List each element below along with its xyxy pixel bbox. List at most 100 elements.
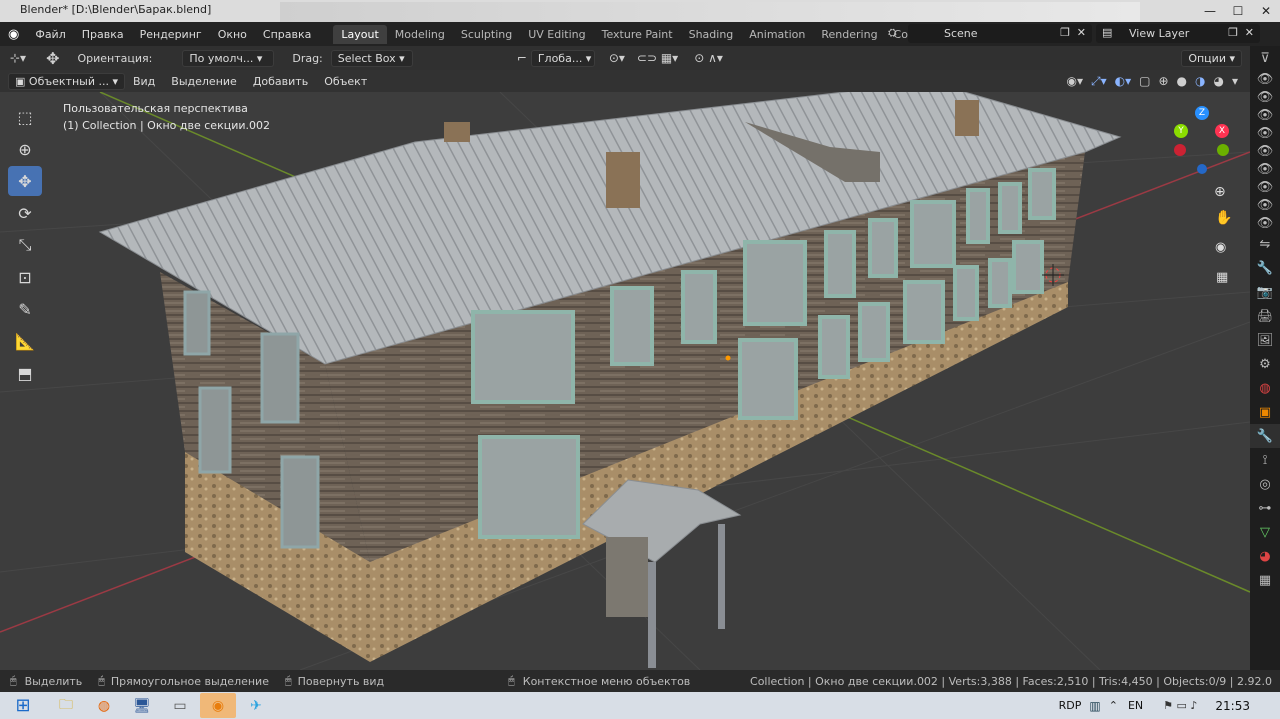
- start-button-icon[interactable]: ⊞: [0, 693, 46, 718]
- workspace-tab-texture-paint[interactable]: Texture Paint: [594, 25, 681, 44]
- measure-tool-icon[interactable]: 📐: [8, 326, 42, 356]
- tool-settings-icon[interactable]: ⊹▾: [6, 51, 30, 65]
- options-dropdown[interactable]: Опции ▾: [1181, 49, 1242, 67]
- visibility-icon[interactable]: ◉▾: [1062, 74, 1087, 88]
- scale-tool-icon[interactable]: ⤡: [8, 230, 42, 260]
- proportional-edit-icon[interactable]: ⊙ ∧▾: [690, 51, 727, 65]
- delete-view-layer-icon[interactable]: ✕: [1245, 26, 1254, 39]
- shading-options-icon[interactable]: ▾: [1228, 74, 1242, 88]
- clock[interactable]: 21:53: [1215, 699, 1250, 713]
- output-properties-icon[interactable]: 🖨: [1250, 304, 1280, 328]
- blender-icon[interactable]: ◉: [0, 27, 27, 42]
- close-button[interactable]: ✕: [1252, 0, 1280, 22]
- wireframe-shading-icon[interactable]: ⊕: [1154, 74, 1172, 88]
- language-indicator[interactable]: EN: [1128, 699, 1143, 712]
- eye-icon[interactable]: 👁: [1250, 70, 1280, 88]
- drag-dropdown[interactable]: Select Box ▾: [330, 49, 413, 67]
- network-icon[interactable]: ▥: [1089, 699, 1100, 713]
- blender-taskbar-icon[interactable]: ◉: [200, 693, 236, 718]
- eye-icon[interactable]: 👁: [1250, 214, 1280, 232]
- xray-icon[interactable]: ▢: [1135, 74, 1154, 88]
- gizmo-toggle-icon[interactable]: ⤢▾: [1087, 74, 1111, 89]
- pan-hand-icon[interactable]: ✋: [1215, 210, 1232, 226]
- scene-properties-icon[interactable]: ⚙: [1250, 352, 1280, 376]
- menu-edit[interactable]: Правка: [74, 28, 132, 41]
- view-layer-properties-icon[interactable]: 🖼: [1250, 328, 1280, 352]
- eye-icon[interactable]: 👁: [1250, 124, 1280, 142]
- rdp-label[interactable]: RDP: [1059, 699, 1082, 712]
- gizmo-neg-z[interactable]: [1197, 164, 1207, 174]
- gizmo-x-axis[interactable]: X: [1215, 124, 1229, 138]
- rotate-tool-icon[interactable]: ⟳: [8, 198, 42, 228]
- snap-icon[interactable]: ⊂⊃ ▦▾: [633, 51, 682, 65]
- menu-help[interactable]: Справка: [255, 28, 319, 41]
- transform-space-dropdown[interactable]: Глоба... ▾: [530, 49, 595, 67]
- rendered-shading-icon[interactable]: ◕: [1209, 74, 1227, 88]
- camera-view-icon[interactable]: ◉: [1215, 240, 1226, 255]
- object-properties-icon[interactable]: ▣: [1250, 400, 1280, 424]
- eye-icon[interactable]: 👁: [1250, 142, 1280, 160]
- workspace-tab-rendering[interactable]: Rendering: [813, 25, 885, 44]
- view-layer-selector[interactable]: ▤ View Layer ❐ ✕: [1096, 24, 1260, 43]
- maximize-button[interactable]: ☐: [1224, 0, 1252, 22]
- delete-scene-icon[interactable]: ✕: [1077, 26, 1086, 39]
- menu-object[interactable]: Объект: [316, 75, 375, 88]
- copy-view-layer-icon[interactable]: ❐: [1228, 26, 1238, 39]
- remote-desktop-icon[interactable]: 🖥: [124, 693, 160, 718]
- menu-file[interactable]: Файл: [27, 28, 73, 41]
- texture-properties-icon[interactable]: ▦: [1250, 568, 1280, 592]
- tray-icons[interactable]: ⚑ ▭ ♪: [1163, 699, 1197, 712]
- tray-arrow-icon[interactable]: ⌃: [1109, 699, 1118, 712]
- particle-properties-icon[interactable]: ⟟: [1250, 448, 1280, 472]
- world-properties-icon[interactable]: ◍: [1250, 376, 1280, 400]
- eye-icon[interactable]: 👁: [1250, 160, 1280, 178]
- transform-tool-icon[interactable]: ⊡: [8, 262, 42, 292]
- gizmo-z-axis[interactable]: Z: [1195, 106, 1209, 120]
- workspace-tab-shading[interactable]: Shading: [681, 25, 742, 44]
- eye-icon[interactable]: 👁: [1250, 88, 1280, 106]
- eye-icon[interactable]: 👁: [1250, 106, 1280, 124]
- menu-view[interactable]: Вид: [125, 75, 163, 88]
- app-window-icon[interactable]: ▭: [162, 693, 198, 718]
- properties-toggle-icon[interactable]: ⇋: [1250, 232, 1280, 256]
- eye-icon[interactable]: 👁: [1250, 178, 1280, 196]
- move-tool-icon[interactable]: ✥: [42, 49, 63, 68]
- firefox-icon[interactable]: ◍: [86, 693, 122, 718]
- telegram-icon[interactable]: ✈: [238, 693, 274, 718]
- data-properties-icon[interactable]: ▽: [1250, 520, 1280, 544]
- material-shading-icon[interactable]: ◑: [1191, 74, 1209, 88]
- outliner-filter-icon[interactable]: ⊽: [1250, 46, 1280, 70]
- modifier-properties-icon[interactable]: 🔧: [1250, 424, 1280, 448]
- zoom-icon[interactable]: ⊕: [1214, 184, 1226, 200]
- gizmo-y-axis[interactable]: Y: [1174, 124, 1188, 138]
- copy-scene-icon[interactable]: ❐: [1060, 26, 1070, 39]
- tool-properties-icon[interactable]: 🔧: [1250, 256, 1280, 280]
- workspace-tab-layout[interactable]: Layout: [333, 24, 387, 44]
- constraint-properties-icon[interactable]: ⊶: [1250, 496, 1280, 520]
- pivot-point-icon[interactable]: ⊙▾: [605, 51, 629, 65]
- workspace-tab-modeling[interactable]: Modeling: [387, 25, 453, 44]
- mode-dropdown[interactable]: ▣ Объектный ... ▾: [8, 72, 125, 90]
- menu-render[interactable]: Рендеринг: [132, 28, 210, 41]
- physics-properties-icon[interactable]: ◎: [1250, 472, 1280, 496]
- annotate-tool-icon[interactable]: ✎: [8, 294, 42, 324]
- orientation-dropdown[interactable]: По умолч... ▾: [182, 49, 275, 67]
- file-explorer-icon[interactable]: 🗀: [48, 693, 84, 718]
- eye-icon[interactable]: 👁: [1250, 196, 1280, 214]
- workspace-tab-animation[interactable]: Animation: [741, 25, 813, 44]
- menu-window[interactable]: Окно: [210, 28, 255, 41]
- solid-shading-icon[interactable]: ●: [1173, 74, 1191, 88]
- gizmo-neg-y[interactable]: [1217, 144, 1229, 156]
- material-properties-icon[interactable]: ◕: [1250, 544, 1280, 568]
- menu-add[interactable]: Добавить: [245, 75, 316, 88]
- navigation-gizmo[interactable]: Z Y X: [1168, 102, 1238, 177]
- select-tool-icon[interactable]: ⬚: [8, 102, 42, 132]
- cursor-tool-icon[interactable]: ⊕: [8, 134, 42, 164]
- move-tool-icon[interactable]: ✥: [8, 166, 42, 196]
- menu-select[interactable]: Выделение: [163, 75, 245, 88]
- 3d-viewport[interactable]: Пользовательская перспектива (1) Collect…: [0, 92, 1250, 670]
- add-cube-tool-icon[interactable]: ⬒: [8, 358, 42, 388]
- workspace-tab-uv-editing[interactable]: UV Editing: [520, 25, 593, 44]
- minimize-button[interactable]: —: [1196, 0, 1224, 22]
- render-properties-icon[interactable]: 📷: [1250, 280, 1280, 304]
